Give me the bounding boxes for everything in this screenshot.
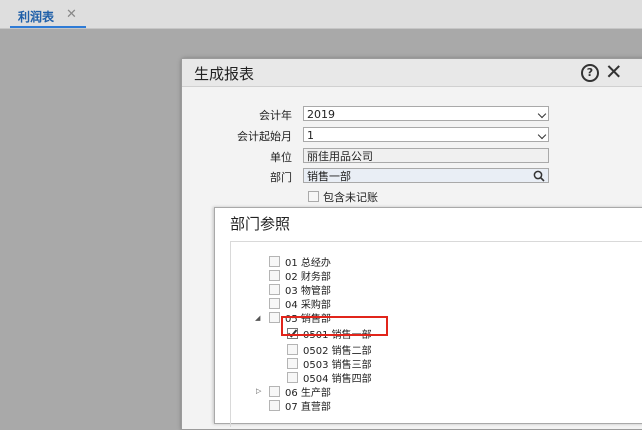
- checkbox[interactable]: [287, 344, 298, 355]
- tab-profit-statement[interactable]: 利润表 ✕: [10, 6, 86, 28]
- unit-label: 单位: [270, 151, 292, 164]
- year-label: 会计年: [259, 109, 292, 122]
- tree-item-label: 02 财务部: [285, 272, 331, 283]
- checkbox[interactable]: [269, 284, 280, 295]
- dept-field[interactable]: 销售一部: [303, 168, 549, 183]
- checkbox[interactable]: [287, 358, 298, 369]
- include-unposted-label: 包含未记账: [323, 191, 378, 204]
- start-month-label: 会计起始月: [237, 130, 292, 143]
- dialog-title: 生成报表: [194, 65, 255, 83]
- dept-label: 部门: [270, 171, 292, 184]
- tree-item-label: 07 直营部: [285, 402, 331, 413]
- tree-item-label: 03 物管部: [285, 286, 331, 297]
- panel-title: 部门参照: [230, 215, 291, 233]
- close-icon[interactable]: ✕: [605, 60, 623, 84]
- tree-item-label: 06 生产部: [285, 388, 331, 399]
- tree-item-label: 0503 销售三部: [303, 360, 372, 371]
- start-month-select[interactable]: 1: [303, 127, 549, 142]
- help-icon[interactable]: ?: [581, 64, 599, 82]
- tree-item-label: 01 总经办: [285, 258, 331, 269]
- search-icon[interactable]: [533, 170, 545, 182]
- tree-item-label: 0504 销售四部: [303, 374, 372, 385]
- dialog-header: 生成报表 ? ✕: [182, 59, 642, 87]
- checkbox[interactable]: [269, 386, 280, 397]
- unit-field[interactable]: 丽佳用品公司: [303, 148, 549, 163]
- unit-value: 丽佳用品公司: [307, 150, 373, 163]
- include-unposted-checkbox[interactable]: [308, 191, 319, 202]
- expand-arrow-icon[interactable]: ▷: [256, 387, 261, 395]
- chevron-down-icon: [537, 109, 547, 119]
- checkbox[interactable]: [269, 256, 280, 267]
- start-month-value: 1: [307, 129, 314, 142]
- year-select[interactable]: 2019: [303, 106, 549, 121]
- selection-highlight: [281, 316, 388, 336]
- collapse-arrow-icon[interactable]: ◢: [255, 314, 260, 322]
- tab-close-icon[interactable]: ✕: [66, 7, 77, 22]
- tab-strip: 利润表 ✕: [0, 0, 642, 29]
- tree-item-label: 0502 销售二部: [303, 346, 372, 357]
- checkbox[interactable]: [269, 270, 280, 281]
- dept-value: 销售一部: [307, 170, 351, 183]
- dept-reference-panel: 部门参照 01 总经办 02 财务部 03 物管部 04 采购部 ◢ 05 销售…: [214, 207, 642, 427]
- checkbox[interactable]: [269, 312, 280, 323]
- checkbox[interactable]: [269, 400, 280, 411]
- checkbox[interactable]: [287, 372, 298, 383]
- tab-label: 利润表: [18, 10, 55, 24]
- tree-item-label: 04 采购部: [285, 300, 331, 311]
- year-value: 2019: [307, 108, 335, 121]
- checkbox[interactable]: [269, 298, 280, 309]
- chevron-down-icon: [537, 130, 547, 140]
